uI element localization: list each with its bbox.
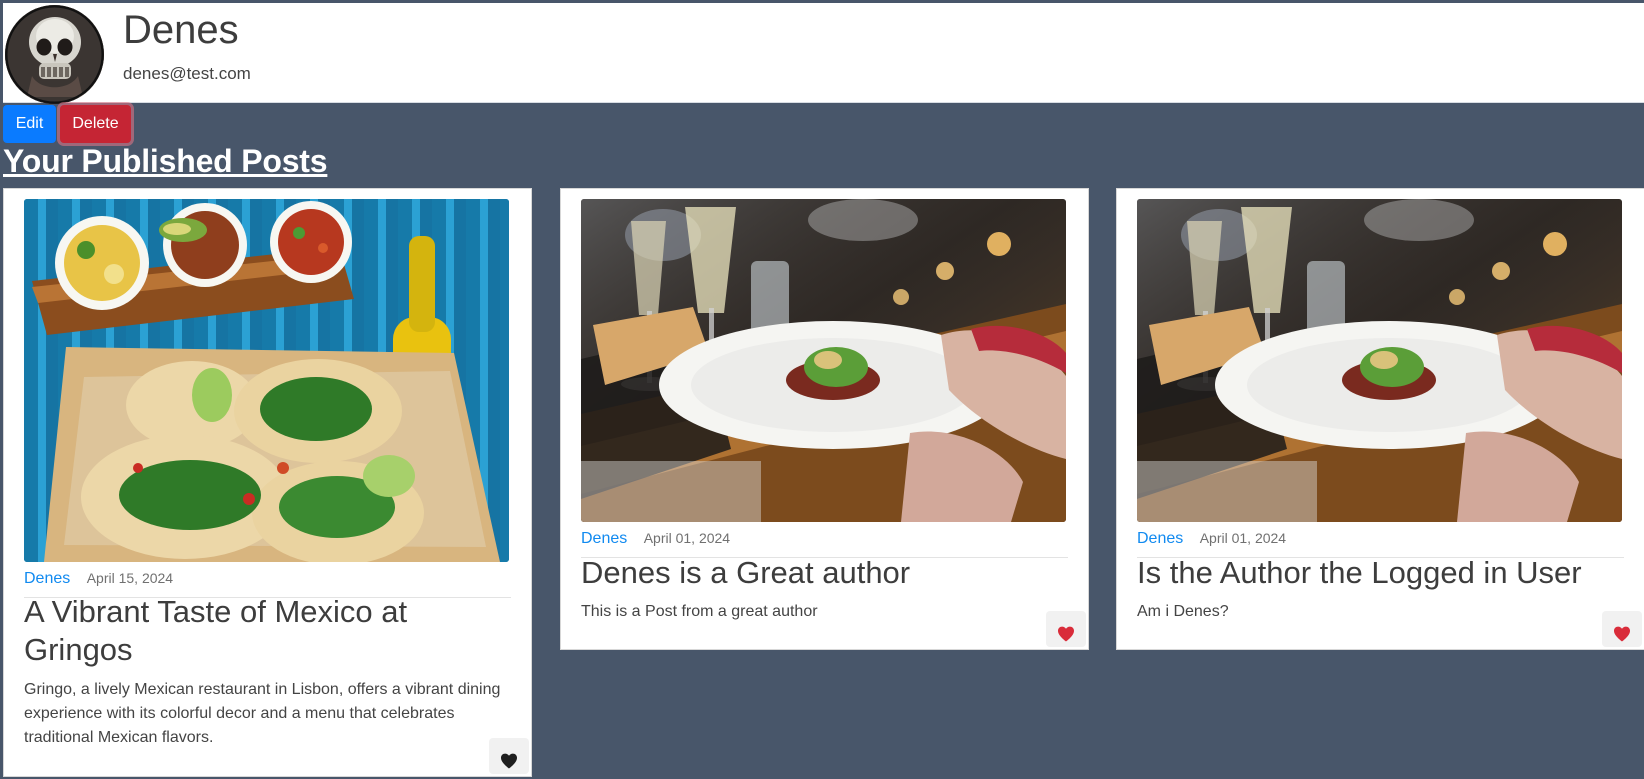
post-excerpt: Am i Denes?	[1137, 603, 1229, 620]
post-image[interactable]	[581, 199, 1066, 522]
post-date: April 01, 2024	[643, 530, 731, 546]
heart-icon	[500, 753, 518, 768]
skull-icon	[5, 5, 104, 104]
author-link[interactable]: Denes	[24, 568, 70, 590]
post-excerpt: Gringo, a lively Mexican restaurant in L…	[24, 681, 501, 746]
post-card: Denes April 01, 2024 Denes is a Great au…	[560, 188, 1089, 650]
post-card: Denes April 01, 2024 Is the Author the L…	[1116, 188, 1644, 650]
user-name: Denes	[123, 8, 239, 52]
heart-icon-shape	[500, 753, 518, 768]
heart-icon	[1057, 626, 1075, 641]
avatar	[5, 5, 104, 104]
heart-icon-shape	[1057, 626, 1075, 641]
edit-button[interactable]: Edit	[3, 105, 56, 143]
section-title: Your Published Posts	[3, 143, 328, 179]
like-button[interactable]	[489, 738, 529, 774]
restaurant-image	[581, 199, 1066, 522]
post-image[interactable]	[1137, 199, 1622, 522]
like-button[interactable]	[1046, 611, 1086, 647]
post-excerpt: This is a Post from a great author	[581, 603, 818, 620]
profile-header: Denes denes@test.com	[3, 3, 1644, 104]
post-date: April 01, 2024	[1199, 530, 1287, 546]
post-title[interactable]: A Vibrant Taste of Mexico at Gringos	[24, 593, 511, 669]
post-title[interactable]: Denes is a Great author	[581, 554, 1068, 592]
author-link[interactable]: Denes	[1137, 528, 1183, 550]
heart-icon	[1613, 626, 1631, 641]
delete-button[interactable]: Delete	[60, 105, 131, 143]
post-card: Denes April 15, 2024 A Vibrant Taste of …	[3, 188, 532, 777]
like-button[interactable]	[1602, 611, 1642, 647]
heart-icon-shape	[1613, 626, 1631, 641]
post-date: April 15, 2024	[86, 570, 174, 586]
tacos-image	[24, 199, 509, 562]
author-link[interactable]: Denes	[581, 528, 627, 550]
restaurant-image	[1137, 199, 1622, 522]
user-email: denes@test.com	[123, 64, 251, 83]
post-title[interactable]: Is the Author the Logged in User	[1137, 554, 1624, 592]
post-image[interactable]	[24, 199, 509, 562]
